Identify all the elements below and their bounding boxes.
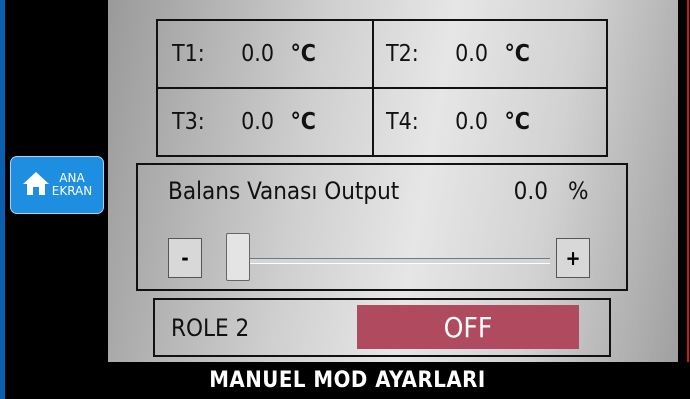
relay-label: ROLE 2 [171, 314, 250, 342]
decrease-button[interactable]: - [168, 238, 202, 278]
temp-value: 0.0 [455, 41, 488, 67]
balance-valve-title: Balans Vanası Output [168, 177, 400, 205]
temp-cell-t4: T4: 0.0 °C [386, 89, 530, 155]
right-sidebar [678, 0, 690, 362]
temp-value: 0.0 [455, 109, 488, 135]
temp-value: 0.0 [241, 109, 274, 135]
output-slider-thumb[interactable] [226, 233, 250, 281]
temp-label: T1: [172, 41, 205, 67]
balance-valve-panel: Balans Vanası Output 0.0 % - + [136, 163, 628, 291]
balance-valve-unit: % [568, 177, 589, 205]
temp-label: T3: [172, 109, 205, 135]
temp-label: T2: [386, 41, 419, 67]
temp-value: 0.0 [241, 41, 274, 67]
home-button[interactable]: ANA EKRAN [10, 156, 104, 214]
temp-unit: °C [290, 41, 316, 67]
relay-panel: ROLE 2 OFF [153, 298, 611, 357]
temp-cell-t1: T1: 0.0 °C [172, 21, 316, 87]
temp-cell-t2: T2: 0.0 °C [386, 21, 530, 87]
control-panel: T1: 0.0 °C T2: 0.0 °C T3: 0.0 °C T4: 0.0… [108, 0, 678, 362]
home-button-label: ANA EKRAN [52, 172, 93, 198]
temp-unit: °C [504, 109, 530, 135]
temperature-grid: T1: 0.0 °C T2: 0.0 °C T3: 0.0 °C T4: 0.0… [156, 19, 608, 157]
output-slider-track[interactable] [230, 258, 550, 264]
footer-bar: MANUEL MOD AYARLARI [5, 362, 690, 399]
home-icon [22, 170, 50, 200]
temp-unit: °C [290, 109, 316, 135]
temp-cell-t3: T3: 0.0 °C [172, 89, 316, 155]
page-title: MANUEL MOD AYARLARI [209, 368, 486, 393]
home-label-line2: EKRAN [51, 184, 93, 198]
right-edge-stripe [687, 0, 689, 362]
balance-valve-value: 0.0 [513, 177, 548, 205]
temp-label: T4: [386, 109, 419, 135]
increase-button[interactable]: + [556, 238, 590, 278]
temp-unit: °C [504, 41, 530, 67]
relay-toggle-button[interactable]: OFF [357, 305, 579, 349]
